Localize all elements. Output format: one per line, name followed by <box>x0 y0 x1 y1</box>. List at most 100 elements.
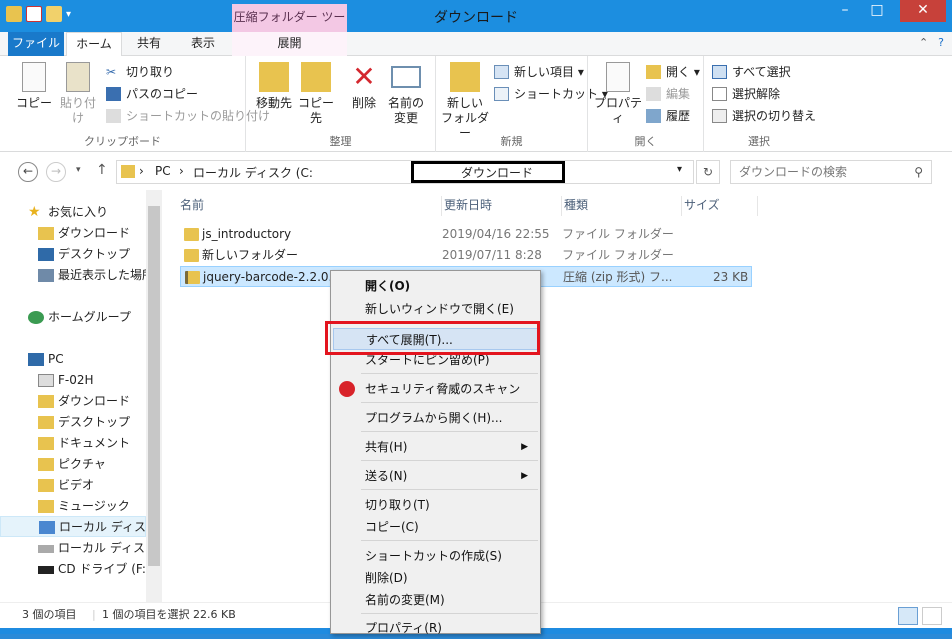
tab-file[interactable]: ファイル <box>8 32 64 56</box>
large-icons-view-icon[interactable] <box>922 607 942 625</box>
invert-selection-button[interactable]: 選択の切り替え <box>712 106 816 126</box>
menu-open-with[interactable]: プログラムから開く(H)... <box>333 407 538 429</box>
ribbon-collapse-icon[interactable]: ⌃ <box>919 36 928 49</box>
history-button[interactable]: 履歴 <box>646 106 690 126</box>
new-item-icon <box>494 65 509 79</box>
file-name: 新しいフォルダー <box>202 248 299 262</box>
menu-send-to[interactable]: 送る(N) ▶ <box>333 465 538 487</box>
open-button[interactable]: 開く ▾ <box>646 62 700 82</box>
move-folder-icon <box>259 62 289 92</box>
column-date[interactable]: 更新日時 <box>442 196 562 216</box>
open-folder-icon <box>646 65 661 79</box>
back-button[interactable]: ← <box>18 162 38 182</box>
forward-button[interactable]: → <box>46 162 66 182</box>
menu-create-shortcut[interactable]: ショートカットの作成(S) <box>333 545 538 567</box>
select-all-button[interactable]: すべて選択 <box>712 62 791 82</box>
nav-desktop[interactable]: デスクトップ <box>0 244 146 265</box>
search-input[interactable]: ダウンロードの検索 ⚲ <box>730 160 932 184</box>
nav-f02h[interactable]: F-02H <box>0 370 146 391</box>
edit-button[interactable]: 編集 <box>646 84 690 104</box>
tab-home[interactable]: ホーム <box>66 32 122 57</box>
address-dropdown-icon[interactable]: ▾ <box>677 164 682 175</box>
nav-homegroup[interactable]: ホームグループ <box>0 307 146 328</box>
nav-pc-desktop[interactable]: デスクトップ <box>0 412 146 433</box>
nav-pc-label: PC <box>48 352 64 366</box>
menu-rename[interactable]: 名前の変更(M) <box>333 589 538 611</box>
file-row[interactable]: 新しいフォルダー 2019/07/11 8:28 ファイル フォルダー <box>180 245 752 266</box>
new-folder-button[interactable]: 新しい フォルダー <box>440 62 490 141</box>
tab-view[interactable]: 表示 <box>178 32 228 56</box>
up-arrow-icon[interactable]: ↑ <box>96 162 108 178</box>
column-name[interactable]: 名前 <box>180 196 442 216</box>
cut-button[interactable]: ✂ 切り取り <box>106 62 174 82</box>
invert-selection-icon <box>712 109 727 123</box>
file-size: 23 KB <box>713 270 749 284</box>
select-none-button[interactable]: 選択解除 <box>712 84 780 104</box>
breadcrumb-pc[interactable]: PC <box>155 164 171 178</box>
nav-videos[interactable]: ビデオ <box>0 475 146 496</box>
copy-button[interactable]: コピー <box>12 62 56 111</box>
minimize-button[interactable]: – <box>830 0 860 22</box>
nav-downloads-label: ダウンロード <box>58 226 131 240</box>
copy-path-button[interactable]: パスのコピー <box>106 84 198 104</box>
nav-local-disk-1[interactable]: ローカル ディスク ( <box>0 516 146 537</box>
menu-open[interactable]: 開く(O) <box>333 275 538 297</box>
new-item-button[interactable]: 新しい項目 ▾ <box>494 62 584 82</box>
tab-share[interactable]: 共有 <box>124 32 174 56</box>
maximize-button[interactable]: □ <box>862 0 892 22</box>
nav-music[interactable]: ミュージック <box>0 496 146 517</box>
copy-label: コピー <box>15 96 52 110</box>
nav-favorites[interactable]: ★ お気に入り <box>0 202 146 223</box>
file-row[interactable]: js_introductory 2019/04/16 22:55 ファイル フォ… <box>180 224 752 245</box>
scissors-icon: ✂ <box>106 65 117 79</box>
nav-pc[interactable]: PC <box>0 349 146 370</box>
details-view-icon[interactable] <box>898 607 918 625</box>
refresh-icon[interactable]: ↻ <box>696 160 720 184</box>
menu-properties[interactable]: プロパティ(R) <box>333 617 538 639</box>
nav-pc-downloads[interactable]: ダウンロード <box>0 391 146 412</box>
move-to-button[interactable]: 移動先 <box>252 62 296 111</box>
column-size[interactable]: サイズ <box>682 196 758 216</box>
select-group-label: 選択 <box>748 135 770 148</box>
menu-security-scan[interactable]: セキュリティ脅威のスキャン <box>333 378 538 400</box>
close-button[interactable]: ✕ <box>900 0 946 22</box>
nav-local-disk-2[interactable]: ローカル ディスク ( <box>0 538 146 559</box>
nav-recent-label: 最近表示した場所 <box>58 268 146 282</box>
open-group: プロパティ 開く ▾ 編集 履歴 開く <box>588 56 704 152</box>
title-bar: ▾ 圧縮フォルダー ツール ダウンロード – □ ✕ <box>0 0 952 50</box>
homegroup-icon <box>28 311 44 324</box>
nav-downloads[interactable]: ダウンロード <box>0 223 146 244</box>
downloads-icon <box>38 395 54 408</box>
recent-locations-icon[interactable]: ▾ <box>76 165 81 175</box>
nav-recent[interactable]: 最近表示した場所 <box>0 265 146 286</box>
menu-open-new-window[interactable]: 新しいウィンドウで開く(E) <box>333 298 538 320</box>
organize-group-label: 整理 <box>329 135 352 148</box>
nav-documents[interactable]: ドキュメント <box>0 433 146 454</box>
delete-button[interactable]: ✕ 削除 <box>342 62 386 111</box>
tab-extract[interactable]: 展開 <box>232 32 347 56</box>
menu-delete[interactable]: 削除(D) <box>333 567 538 589</box>
help-icon[interactable]: ? <box>938 36 944 49</box>
paste-button[interactable]: 貼り付け <box>56 62 100 126</box>
breadcrumb-disk[interactable]: ローカル ディスク (C: <box>193 164 313 181</box>
nav-cd-drive[interactable]: CD ドライブ (F:) <box>0 559 146 580</box>
copy-to-button[interactable]: コピー先 <box>294 62 338 126</box>
documents-icon <box>38 437 54 450</box>
open-group-label: 開く <box>634 135 657 148</box>
rename-button[interactable]: 名前の 変更 <box>384 62 428 126</box>
menu-separator <box>361 402 538 403</box>
menu-copy[interactable]: コピー(C) <box>333 516 538 538</box>
column-type[interactable]: 種類 <box>562 196 682 216</box>
delete-x-icon: ✕ <box>352 60 376 93</box>
address-bar[interactable]: › PC › ローカル ディスク (C: ダウンロード ▾ <box>116 160 694 184</box>
desktop-icon <box>38 248 54 261</box>
nav-homegroup-label: ホームグループ <box>48 310 131 324</box>
nav-scrollbar-thumb[interactable] <box>148 206 160 566</box>
menu-cut[interactable]: 切り取り(T) <box>333 494 538 516</box>
nav-f02h-label: F-02H <box>58 373 94 387</box>
search-icon[interactable]: ⚲ <box>914 161 923 183</box>
menu-share[interactable]: 共有(H) ▶ <box>333 436 538 458</box>
nav-pictures[interactable]: ピクチャ <box>0 454 146 475</box>
breadcrumb-folder[interactable]: ダウンロード <box>461 164 533 181</box>
properties-button[interactable]: プロパティ <box>592 62 644 126</box>
